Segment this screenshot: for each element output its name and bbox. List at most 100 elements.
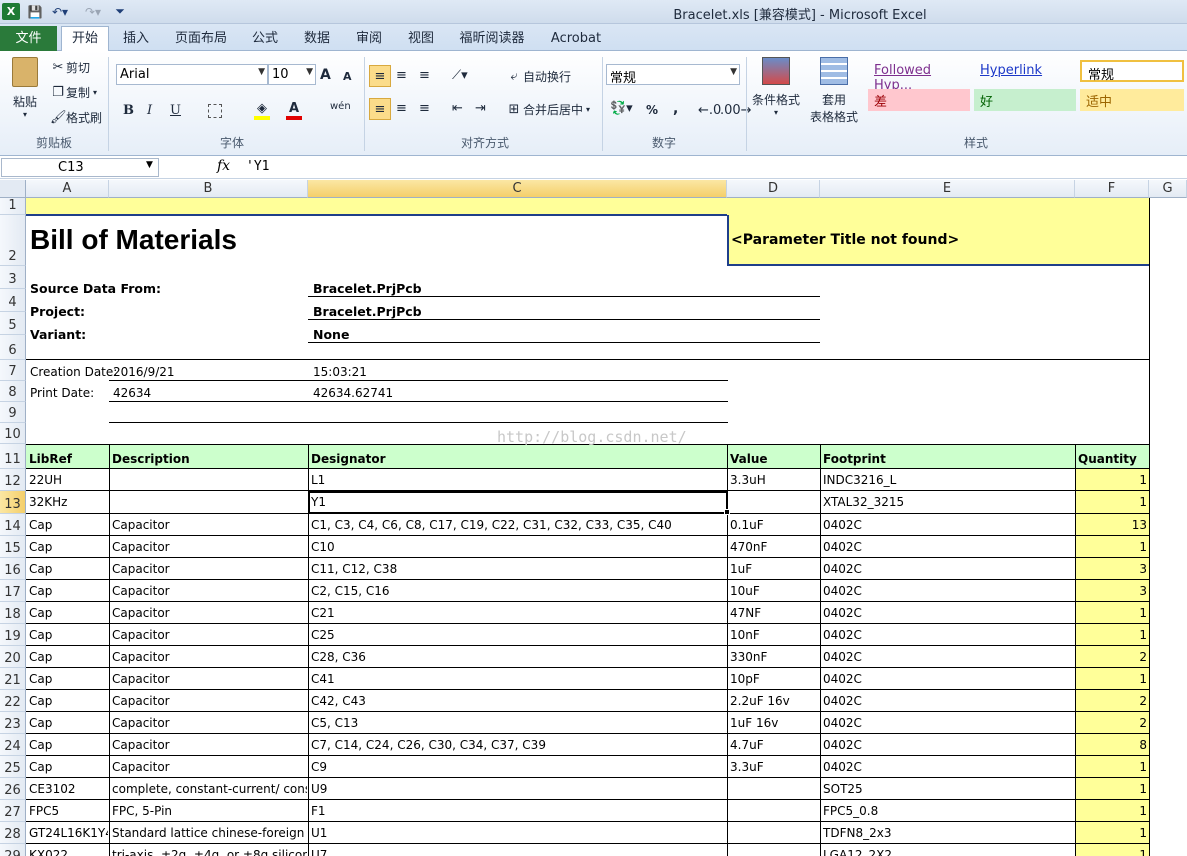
cell-description[interactable]: complete, constant-current/ constant-vol… xyxy=(110,778,307,799)
cell-designator[interactable]: L1 xyxy=(309,469,726,490)
row-header[interactable]: 5 xyxy=(0,312,26,335)
cell-footprint[interactable]: INDC3216_L xyxy=(821,469,1074,490)
row-header[interactable]: 8 xyxy=(0,381,26,402)
tab-foxit-reader[interactable]: 福昕阅读器 xyxy=(455,27,529,51)
cell-description[interactable]: Capacitor xyxy=(110,690,307,711)
increase-decimal-button[interactable]: ←.0 xyxy=(698,103,721,118)
cell-designator[interactable]: U1 xyxy=(309,822,726,843)
cell-quantity[interactable]: 1 xyxy=(1075,536,1149,557)
cell-libref[interactable]: Cap xyxy=(27,756,108,777)
row-header[interactable]: 24 xyxy=(0,734,26,756)
cell-designator[interactable]: C9 xyxy=(309,756,726,777)
column-header-g[interactable]: G xyxy=(1149,180,1187,198)
cell-footprint[interactable]: 0402C xyxy=(821,690,1074,711)
cell-designator[interactable]: C5, C13 xyxy=(309,712,726,733)
underline-button[interactable]: U xyxy=(170,103,181,118)
italic-button[interactable]: I xyxy=(147,103,152,118)
column-header-b[interactable]: B xyxy=(109,180,308,198)
cell-description[interactable]: Capacitor xyxy=(110,514,307,535)
cell-quantity[interactable]: 1 xyxy=(1075,778,1149,799)
cut-button[interactable]: ✂ 剪切 xyxy=(50,59,90,76)
cell-libref[interactable]: Cap xyxy=(27,646,108,667)
cell-quantity[interactable]: 13 xyxy=(1075,514,1149,535)
cell-quantity[interactable]: 1 xyxy=(1075,469,1149,490)
cell-value[interactable]: 10uF xyxy=(728,580,819,601)
row-header[interactable]: 6 xyxy=(0,335,26,360)
row-header[interactable]: 11 xyxy=(0,444,26,469)
cell-value[interactable]: 47NF xyxy=(728,602,819,623)
column-header-d[interactable]: D xyxy=(727,180,820,198)
cell-footprint[interactable]: 0402C xyxy=(821,536,1074,557)
cell-designator[interactable]: C10 xyxy=(309,536,726,557)
cell-footprint[interactable]: 0402C xyxy=(821,646,1074,667)
format-painter-button[interactable]: 🖌 格式刷 xyxy=(50,109,102,126)
cell-quantity[interactable]: 8 xyxy=(1075,734,1149,755)
row-header[interactable]: 14 xyxy=(0,514,26,536)
row-header[interactable]: 21 xyxy=(0,668,26,690)
cell-description[interactable]: Capacitor xyxy=(110,580,307,601)
font-name-combo[interactable]: Arial ▼ xyxy=(116,64,268,85)
cell-footprint[interactable]: 0402C xyxy=(821,580,1074,601)
borders-button[interactable] xyxy=(208,104,222,118)
style-hyperlink[interactable]: Hyperlink xyxy=(974,61,1076,83)
cell-value[interactable]: 10pF xyxy=(728,668,819,689)
wrap-text-button[interactable]: ⤶ 自动换行 xyxy=(505,68,571,85)
cell-description[interactable]: Capacitor xyxy=(110,712,307,733)
cell-libref[interactable]: Cap xyxy=(27,580,108,601)
cell-designator[interactable]: C11, C12, C38 xyxy=(309,558,726,579)
cell-value[interactable] xyxy=(728,491,819,513)
row-header[interactable]: 4 xyxy=(0,289,26,312)
row-header[interactable]: 17 xyxy=(0,580,26,602)
cell-value[interactable]: 3.3uF xyxy=(728,756,819,777)
cell-libref[interactable]: Cap xyxy=(27,668,108,689)
style-followed-hyperlink[interactable]: Followed Hyp... xyxy=(868,61,970,93)
style-good[interactable]: 好 xyxy=(974,89,1076,111)
row-header[interactable]: 16 xyxy=(0,558,26,580)
cell-footprint[interactable]: SOT25 xyxy=(821,778,1074,799)
cell-designator[interactable]: C2, C15, C16 xyxy=(309,580,726,601)
row-header[interactable]: 23 xyxy=(0,712,26,734)
percent-button[interactable]: % xyxy=(646,103,658,117)
cell-footprint[interactable]: FPC5_0.8 xyxy=(821,800,1074,821)
tab-review[interactable]: 审阅 xyxy=(351,27,387,51)
cell-footprint[interactable]: LGA12_2X2 xyxy=(821,844,1074,856)
cell-quantity[interactable]: 1 xyxy=(1075,624,1149,645)
phonetic-button[interactable]: wén xyxy=(330,101,351,112)
cell-footprint[interactable]: 0402C xyxy=(821,558,1074,579)
paste-button[interactable]: 粘贴 ▾ xyxy=(8,57,42,127)
grow-font-button[interactable]: A xyxy=(320,67,331,83)
cell-footprint[interactable]: 0402C xyxy=(821,734,1074,755)
tab-view[interactable]: 视图 xyxy=(403,27,439,51)
align-right-button[interactable]: ≡ xyxy=(419,101,430,116)
select-all-corner[interactable] xyxy=(0,180,26,198)
number-format-combo[interactable]: 常规 ▼ xyxy=(606,64,740,86)
row-header[interactable]: 22 xyxy=(0,690,26,712)
cell-value[interactable] xyxy=(728,778,819,799)
copy-button[interactable]: ❐ 复制 ▾ xyxy=(50,84,97,101)
cell-libref[interactable]: Cap xyxy=(27,602,108,623)
row-header[interactable]: 28 xyxy=(0,822,26,844)
cell-value[interactable]: 1uF 16v xyxy=(728,712,819,733)
row-header[interactable]: 10 xyxy=(0,423,26,444)
row-header[interactable]: 20 xyxy=(0,646,26,668)
cell-value[interactable]: 2.2uF 16v xyxy=(728,690,819,711)
increase-indent-button[interactable]: ⇥ xyxy=(475,101,486,116)
align-bottom-button[interactable]: ≡ xyxy=(419,68,430,83)
decrease-indent-button[interactable]: ⇤ xyxy=(452,101,463,116)
insert-function-button[interactable]: fx xyxy=(217,158,230,174)
cell-description[interactable]: Capacitor xyxy=(110,602,307,623)
column-header-e[interactable]: E xyxy=(820,180,1075,198)
cell-description[interactable]: Capacitor xyxy=(110,536,307,557)
cell-description[interactable]: Capacitor xyxy=(110,624,307,645)
cell-footprint[interactable]: 0402C xyxy=(821,756,1074,777)
cell-quantity[interactable]: 1 xyxy=(1075,756,1149,777)
style-normal[interactable]: 常规 xyxy=(1080,60,1184,83)
row-header[interactable]: 26 xyxy=(0,778,26,800)
row-header[interactable]: 13 xyxy=(0,491,26,514)
cell-description[interactable]: Capacitor xyxy=(110,756,307,777)
cell-description[interactable] xyxy=(110,491,307,513)
row-header[interactable]: 25 xyxy=(0,756,26,778)
worksheet-grid[interactable]: ABCDEFG 1 2 3 4 5 6 7 8 9 10 11 12 13 14 15 16 17 18 19 20 2… xyxy=(0,180,1187,856)
cell-quantity[interactable]: 2 xyxy=(1075,712,1149,733)
cell-designator[interactable]: U7 xyxy=(309,844,726,856)
